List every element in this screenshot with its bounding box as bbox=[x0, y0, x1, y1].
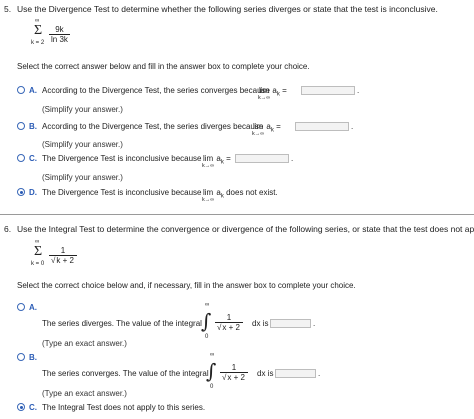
q6-option-b-period: . bbox=[318, 369, 321, 378]
q6-option-b-hint: (Type an exact answer.) bbox=[42, 389, 127, 398]
q5-option-c-limit: lim k→∞ ak = bbox=[202, 154, 231, 169]
q5-option-b-letter[interactable]: B. bbox=[29, 122, 37, 131]
q5-number: 5. bbox=[4, 4, 12, 14]
q5-series-numerator: 9k bbox=[49, 25, 70, 35]
q6-instruction: Select the correct choice below and, if … bbox=[17, 281, 356, 290]
q6-option-b-answer-box[interactable] bbox=[275, 369, 316, 378]
q5-option-a-radio[interactable] bbox=[17, 86, 25, 94]
q5-option-a-hint: (Simplify your answer.) bbox=[42, 105, 123, 114]
q6-option-b-int-upper: ∞ bbox=[210, 352, 215, 358]
q5-option-b-text[interactable]: According to the Divergence Test, the se… bbox=[42, 122, 263, 131]
q5-option-c-answer-box[interactable] bbox=[235, 154, 289, 163]
q5-option-c-letter[interactable]: C. bbox=[29, 154, 37, 163]
q6-option-b-int-fraction: 1 √x + 2 bbox=[220, 363, 248, 382]
q5-option-c-hint: (Simplify your answer.) bbox=[42, 173, 123, 182]
q6-series-fraction: 1 √k + 2 bbox=[49, 246, 77, 265]
q5-option-a-limit: lim k→∞ ak = bbox=[258, 86, 287, 101]
q6-option-a-integral-sign: ∫ bbox=[201, 309, 212, 333]
q5-option-b-hint: (Simplify your answer.) bbox=[42, 140, 123, 149]
q6-series-denominator: √k + 2 bbox=[51, 255, 75, 265]
q5-option-b-radio[interactable] bbox=[17, 122, 25, 130]
q6-prompt: Use the Integral Test to determine the c… bbox=[17, 224, 474, 234]
q5-option-a-answer-box[interactable] bbox=[301, 86, 355, 95]
q6-option-a-dx: dx is bbox=[252, 319, 269, 328]
q6-option-c-text[interactable]: The Integral Test does not apply to this… bbox=[42, 403, 205, 412]
q6-option-a-answer-box[interactable] bbox=[270, 319, 311, 328]
q6-series-sigma: Σ bbox=[34, 244, 43, 259]
q5-option-b-answer-box[interactable] bbox=[295, 122, 349, 131]
q5-option-b-period: . bbox=[351, 122, 354, 131]
q6-option-b-letter[interactable]: B. bbox=[29, 353, 37, 362]
q5-series-fraction: 9k ln 3k bbox=[49, 25, 70, 44]
q5-option-c-radio[interactable] bbox=[17, 154, 25, 162]
q5-option-c-text[interactable]: The Divergence Test is inconclusive beca… bbox=[42, 154, 202, 163]
q5-series-lower: k = 2 bbox=[31, 40, 45, 46]
q5-series-sigma: Σ bbox=[34, 23, 43, 38]
question-divider bbox=[0, 214, 474, 215]
q6-option-b-dx: dx is bbox=[257, 369, 274, 378]
q5-option-d-limit: lim k→∞ ak does not exist. bbox=[202, 188, 278, 203]
q6-number: 6. bbox=[4, 224, 12, 234]
q5-option-d-text[interactable]: The Divergence Test is inconclusive beca… bbox=[42, 188, 202, 197]
q6-series-lower: k = 0 bbox=[31, 261, 45, 267]
q5-option-a-letter[interactable]: A. bbox=[29, 86, 37, 95]
q6-option-a-letter[interactable]: A. bbox=[29, 303, 37, 312]
q6-option-a-period: . bbox=[313, 319, 316, 328]
q6-option-b-text[interactable]: The series converges. The value of the i… bbox=[42, 369, 209, 378]
q6-option-a-text[interactable]: The series diverges. The value of the in… bbox=[42, 319, 202, 328]
q5-option-d-letter[interactable]: D. bbox=[29, 188, 37, 197]
q6-option-c-letter[interactable]: C. bbox=[29, 403, 37, 412]
q6-option-a-radio[interactable] bbox=[17, 303, 25, 311]
q6-option-a-int-upper: ∞ bbox=[205, 302, 210, 308]
q6-option-b-radio[interactable] bbox=[17, 353, 25, 361]
q5-option-a-period: . bbox=[357, 86, 360, 95]
q6-option-b-integral-sign: ∫ bbox=[206, 359, 217, 383]
q5-option-a-text[interactable]: According to the Divergence Test, the se… bbox=[42, 86, 270, 95]
q5-option-d-radio[interactable] bbox=[17, 188, 25, 196]
q6-option-b-int-lower: 0 bbox=[210, 384, 214, 390]
q6-option-a-hint: (Type an exact answer.) bbox=[42, 339, 127, 348]
q5-prompt: Use the Divergence Test to determine whe… bbox=[17, 4, 438, 14]
q5-option-b-limit: lim k→∞ ak = bbox=[252, 122, 281, 137]
q5-series-denominator: ln 3k bbox=[51, 35, 68, 44]
q5-instruction: Select the correct answer below and fill… bbox=[17, 62, 310, 71]
q5-option-c-period: . bbox=[291, 154, 294, 163]
q6-option-a-int-lower: 0 bbox=[205, 334, 209, 340]
q6-option-c-radio[interactable] bbox=[17, 403, 25, 411]
q6-option-a-int-fraction: 1 √x + 2 bbox=[215, 313, 243, 332]
